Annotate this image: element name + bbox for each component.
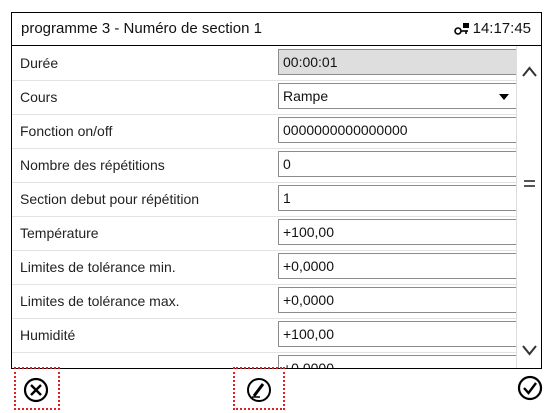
- row-tolerance-min: Limites de tolérance min. +0,0000: [12, 250, 516, 285]
- row-label: Température: [20, 225, 99, 241]
- row-label: Section debut pour répétition: [20, 191, 200, 207]
- row-label: Cours: [20, 89, 58, 105]
- edit-button[interactable]: [233, 367, 285, 410]
- row-label: Limites de tolérance max.: [20, 293, 180, 309]
- parameter-list: Durée 00:00:01 Cours Rampe Fonction on/o…: [12, 46, 516, 368]
- repetitions-field[interactable]: 0: [278, 151, 516, 177]
- row-label: Nombre des répétitions: [20, 157, 165, 173]
- section-debut-field[interactable]: 1: [278, 185, 516, 211]
- row-fonction: Fonction on/off 0000000000000000: [12, 114, 516, 149]
- row-partial: +0,0000: [12, 352, 516, 368]
- pencil-circle-icon: [247, 378, 271, 402]
- row-cours: Cours Rampe: [12, 80, 516, 115]
- hamburger-icon[interactable]: [517, 177, 542, 191]
- scrollbar[interactable]: [516, 46, 542, 368]
- row-temperature: Température +100,00: [12, 216, 516, 251]
- humidite-field[interactable]: +100,00: [278, 321, 516, 347]
- bottom-toolbar: [0, 367, 553, 412]
- program-window: programme 3 - Numéro de section 1 14:17:…: [11, 12, 542, 369]
- clock: 14:17:45: [453, 20, 531, 37]
- tolerance-max-field[interactable]: +0,0000: [278, 287, 516, 313]
- temperature-field[interactable]: +100,00: [278, 219, 516, 245]
- close-circle-icon: [23, 377, 49, 403]
- title-bar: programme 3 - Numéro de section 1 14:17:…: [12, 13, 541, 46]
- door-key-icon: [453, 22, 470, 36]
- row-label: Humidité: [20, 327, 76, 343]
- fonction-onoff-field[interactable]: 0000000000000000: [278, 117, 516, 143]
- page-title: programme 3 - Numéro de section 1: [21, 20, 262, 37]
- row-label: Durée: [20, 55, 59, 71]
- row-label: Limites de tolérance min.: [20, 259, 176, 275]
- row-duree: Durée 00:00:01: [12, 46, 516, 81]
- tolerance-min-field[interactable]: +0,0000: [278, 253, 516, 279]
- cancel-button[interactable]: [14, 367, 60, 410]
- chevron-down-icon[interactable]: [517, 342, 542, 358]
- select-value: Rampe: [283, 88, 329, 104]
- row-section-debut: Section debut pour répétition 1: [12, 182, 516, 217]
- cours-select[interactable]: Rampe: [278, 83, 516, 109]
- confirm-button[interactable]: [510, 367, 550, 410]
- row-repetitions: Nombre des répétitions 0: [12, 148, 516, 183]
- row-label: Fonction on/off: [20, 123, 113, 139]
- time-text: 14:17:45: [472, 20, 531, 37]
- row-humidite: Humidité +100,00: [12, 318, 516, 353]
- duree-field: 00:00:01: [278, 49, 516, 75]
- check-circle-icon: [517, 375, 543, 401]
- row-tolerance-max: Limites de tolérance max. +0,0000: [12, 284, 516, 319]
- dropdown-arrow-icon: [499, 94, 509, 100]
- chevron-up-icon[interactable]: [517, 64, 542, 80]
